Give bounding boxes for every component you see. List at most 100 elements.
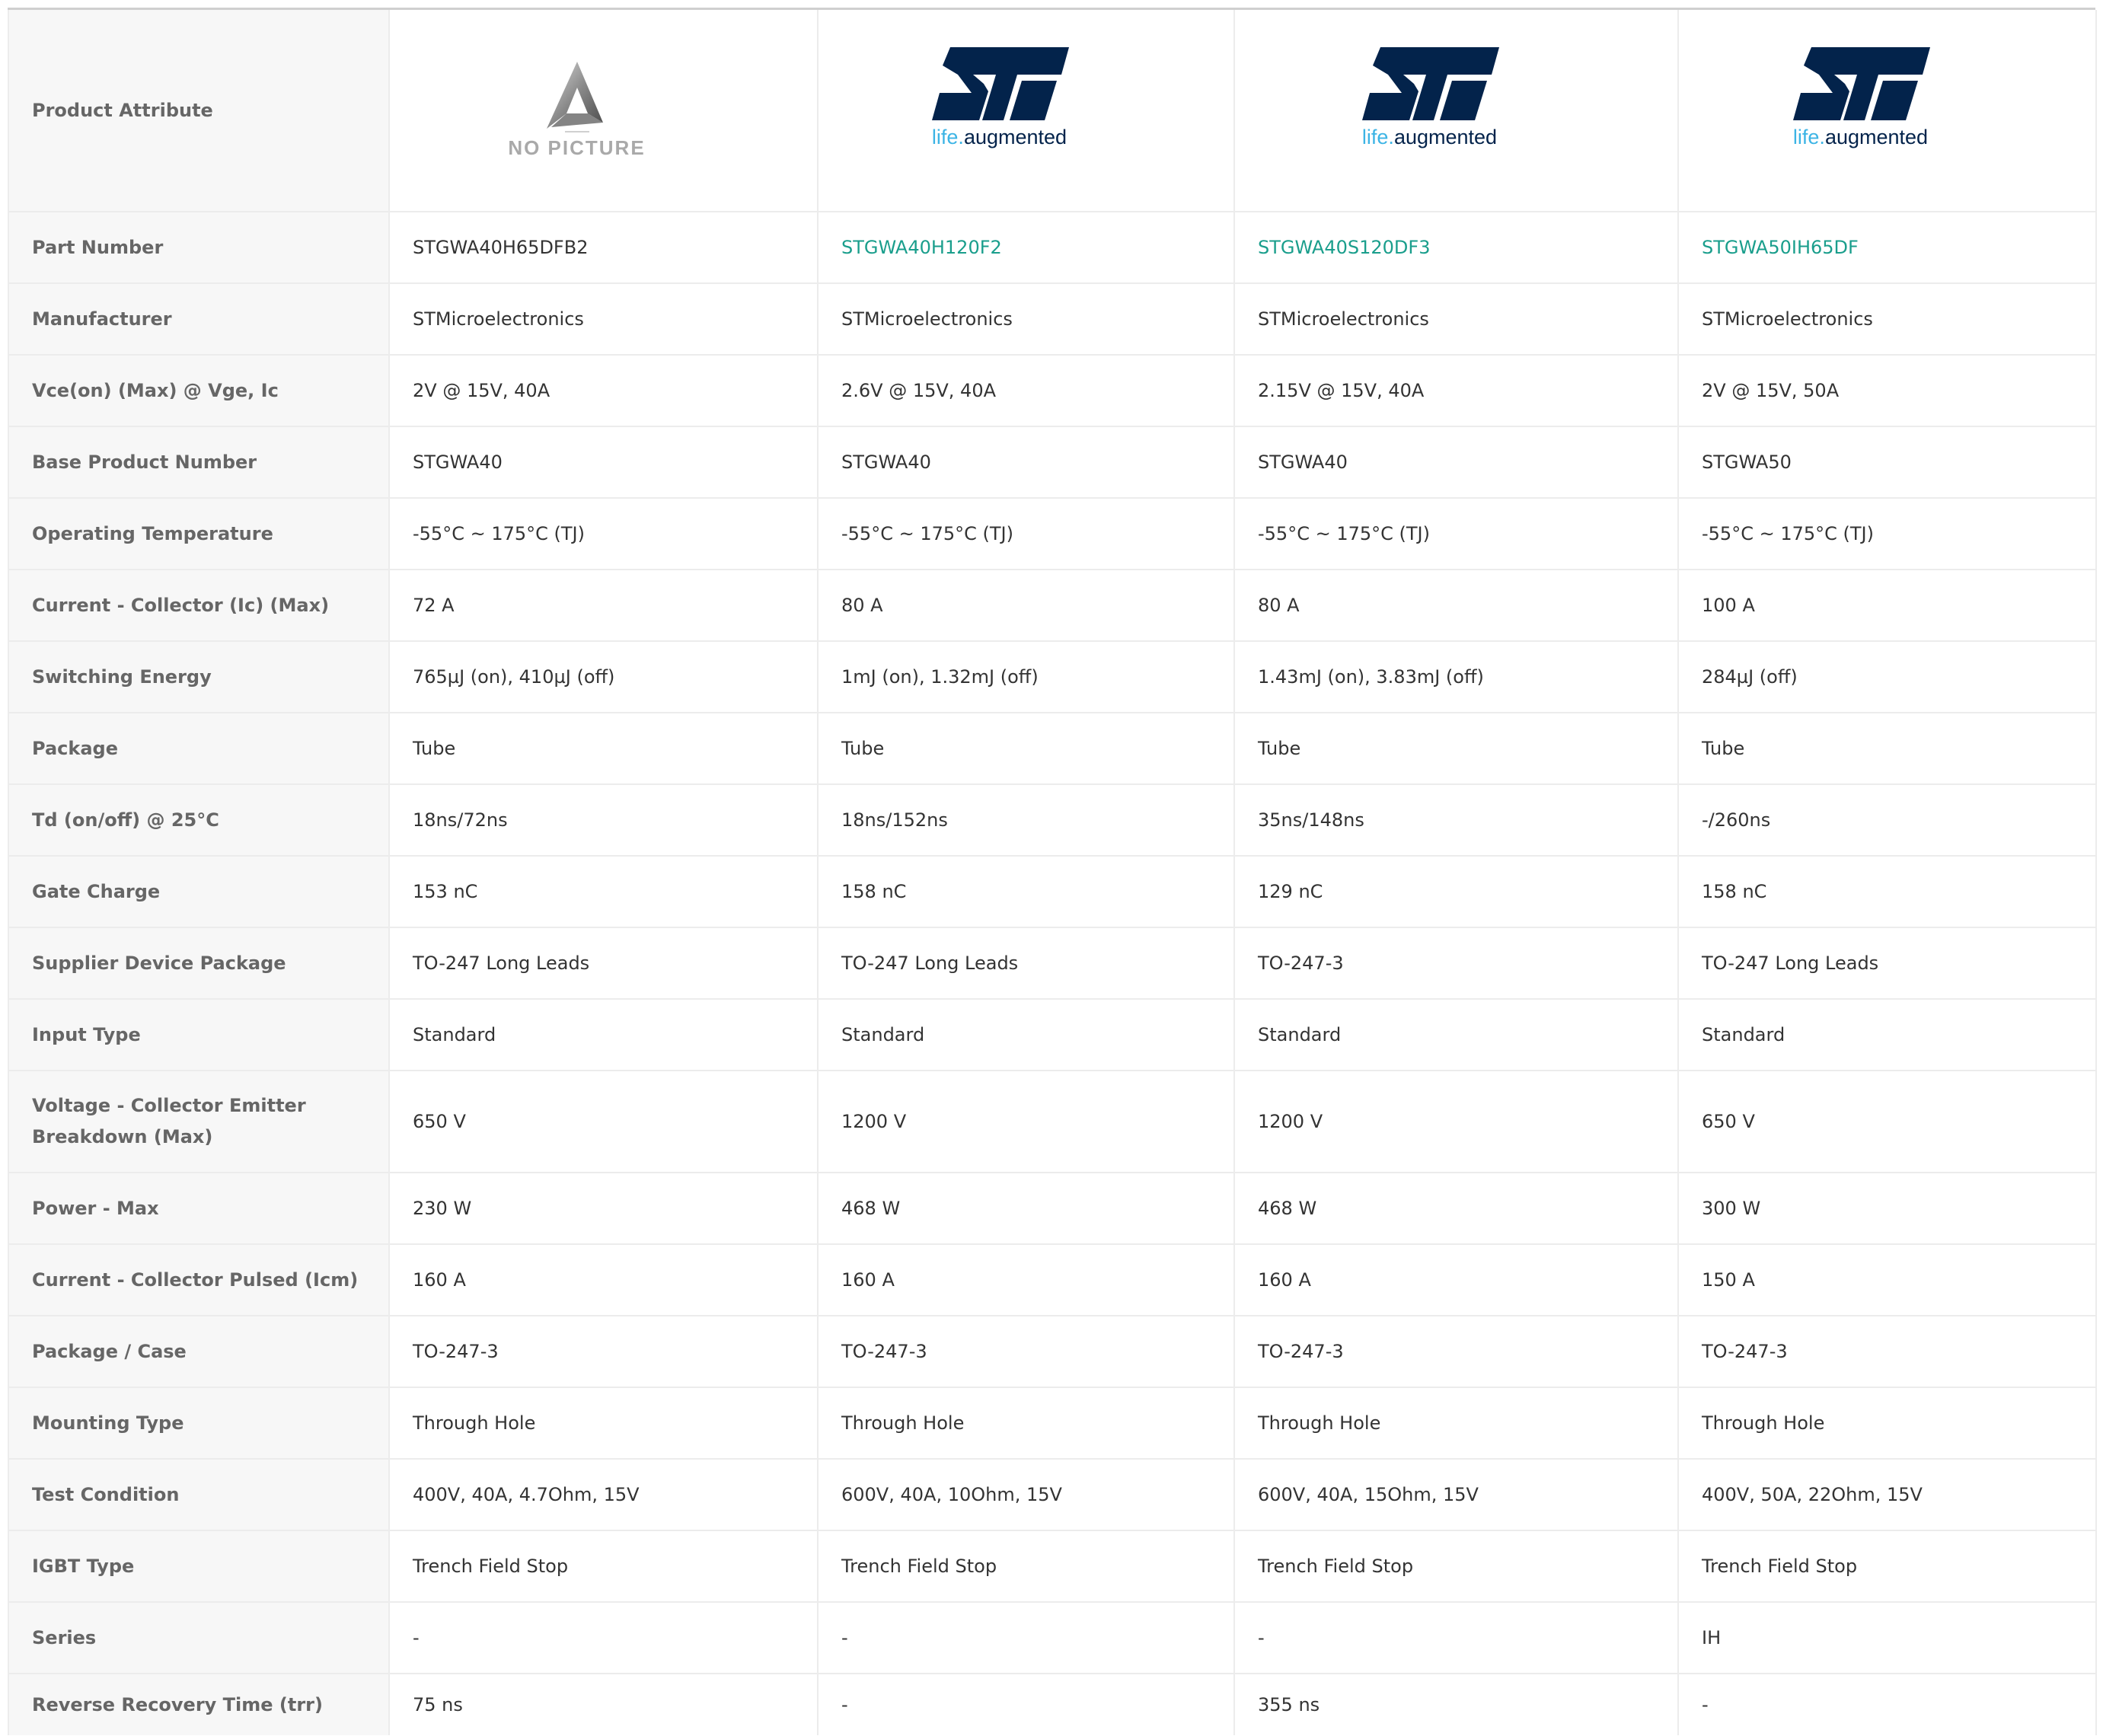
table-row: Test Condition 400V, 40A, 4.7Ohm, 15V 600V… — [8, 1459, 2097, 1531]
attribute-value: 600V, 40A, 15Ohm, 15V — [1234, 1459, 1679, 1531]
attribute-value: Through Hole — [1678, 1387, 2097, 1460]
table-row: Series - - - IH — [8, 1602, 2097, 1674]
attribute-value: 72 A — [389, 570, 819, 642]
attribute-value: 2.15V @ 15V, 40A — [1234, 355, 1679, 427]
st-tagline: life.augmented — [1346, 125, 1514, 149]
part-number-cell: STGWA40H65DFB2 — [389, 212, 819, 284]
attribute-value: 650 V — [389, 1071, 819, 1173]
attribute-label: Mounting Type — [8, 1387, 390, 1460]
product-image-cell[interactable]: life.augmented — [1678, 10, 2097, 212]
attribute-value: Tube — [1234, 713, 1679, 785]
attribute-value: 468 W — [1234, 1173, 1679, 1245]
product-image-cell[interactable]: life.augmented — [818, 10, 1235, 212]
attribute-value: Standard — [1678, 999, 2097, 1071]
st-tagline-augmented: augmented — [1824, 126, 1929, 148]
attribute-value: 1200 V — [818, 1071, 1235, 1173]
attribute-label: Input Type — [8, 999, 390, 1071]
attribute-value: TO-247-3 — [1678, 1316, 2097, 1388]
attribute-label: Series — [8, 1602, 390, 1674]
attribute-value: 158 nC — [818, 856, 1235, 928]
st-logo-icon — [1361, 47, 1499, 120]
no-picture-logo-icon — [546, 61, 603, 132]
attribute-value: TO-247 Long Leads — [389, 927, 819, 1000]
attribute-value: TO-247 Long Leads — [1678, 927, 2097, 1000]
attribute-label: Vce(on) (Max) @ Vge, Ic — [8, 355, 390, 427]
attribute-value: 468 W — [818, 1173, 1235, 1245]
attribute-value: 129 nC — [1234, 856, 1679, 928]
attribute-label: Current - Collector Pulsed (Icm) — [8, 1244, 390, 1316]
attribute-value: -55°C ~ 175°C (TJ) — [818, 498, 1235, 570]
attribute-label: Base Product Number — [8, 426, 390, 499]
st-logo: life.augmented — [1346, 44, 1514, 149]
attribute-value: 1.43mJ (on), 3.83mJ (off) — [1234, 641, 1679, 713]
table-row: Mounting Type Through Hole Through Hole Thr… — [8, 1387, 2097, 1460]
attribute-value: 400V, 40A, 4.7Ohm, 15V — [389, 1459, 819, 1531]
st-logo: life.augmented — [916, 44, 1083, 149]
attribute-value: STMicroelectronics — [389, 283, 819, 356]
table-row: Base Product Number STGWA40 STGWA40 STGWA40… — [8, 426, 2097, 499]
table-row: Current - Collector (Ic) (Max) 72 A 80 A 80… — [8, 570, 2097, 642]
attribute-value: 18ns/72ns — [389, 784, 819, 857]
attribute-value: 600V, 40A, 10Ohm, 15V — [818, 1459, 1235, 1531]
attribute-value: 160 A — [1234, 1244, 1679, 1316]
attribute-value: 650 V — [1678, 1071, 2097, 1173]
table-row: Input Type Standard Standard Standard Standa… — [8, 999, 2097, 1071]
attribute-label: IGBT Type — [8, 1530, 390, 1603]
attribute-value: 18ns/152ns — [818, 784, 1235, 857]
attribute-value: 765µJ (on), 410µJ (off) — [389, 641, 819, 713]
table-row: Reverse Recovery Time (trr) 75 ns -355 ns - — [8, 1674, 2097, 1735]
table-row: IGBT Type Trench Field Stop Trench Field S… — [8, 1530, 2097, 1603]
st-tagline-life: life. — [1361, 126, 1394, 148]
part-number-link[interactable]: STGWA40H120F2 — [841, 237, 1002, 258]
product-image-cell[interactable]: life.augmented — [1234, 10, 1679, 212]
attribute-value: 35ns/148ns — [1234, 784, 1679, 857]
attribute-value: - — [818, 1674, 1235, 1735]
table-row: Operating Temperature -55°C ~ 175°C (TJ) -… — [8, 498, 2097, 570]
attribute-value: Trench Field Stop — [389, 1530, 819, 1603]
attribute-value: 2.6V @ 15V, 40A — [818, 355, 1235, 427]
attribute-value: Trench Field Stop — [1678, 1530, 2097, 1603]
attribute-value: 1200 V — [1234, 1071, 1679, 1173]
part-number-link[interactable]: STGWA40S120DF3 — [1258, 237, 1430, 258]
attribute-value: TO-247-3 — [389, 1316, 819, 1388]
attribute-value: 80 A — [818, 570, 1235, 642]
no-picture-text: NO PICTURE — [508, 136, 646, 159]
attribute-value: 400V, 50A, 22Ohm, 15V — [1678, 1459, 2097, 1531]
attribute-value: 160 A — [818, 1244, 1235, 1316]
attribute-value: - — [1234, 1602, 1679, 1674]
attribute-value: 300 W — [1678, 1173, 2097, 1245]
table-row: Gate Charge 153 nC 158 nC 129 nC 158 nC — [8, 856, 2097, 928]
attribute-value: Through Hole — [389, 1387, 819, 1460]
attribute-label: Part Number — [8, 212, 390, 284]
attribute-value: IH — [1678, 1602, 2097, 1674]
attribute-value: 100 A — [1678, 570, 2097, 642]
attribute-value: Tube — [1678, 713, 2097, 785]
attribute-value: -55°C ~ 175°C (TJ) — [1678, 498, 2097, 570]
attribute-value: 150 A — [1678, 1244, 2097, 1316]
attribute-value: 158 nC — [1678, 856, 2097, 928]
attribute-value: Standard — [389, 999, 819, 1071]
part-number-cell: STGWA40H120F2 — [818, 212, 1235, 284]
attribute-label: Package — [8, 713, 390, 785]
part-number: STGWA40H65DFB2 — [413, 236, 589, 258]
attribute-value: Standard — [818, 999, 1235, 1071]
st-tagline: life.augmented — [916, 125, 1083, 149]
part-number-cell: STGWA40S120DF3 — [1234, 212, 1679, 284]
st-tagline: life.augmented — [1777, 125, 1945, 149]
attribute-value: 2V @ 15V, 50A — [1678, 355, 2097, 427]
st-tagline-life: life. — [1792, 126, 1825, 148]
attribute-value: STGWA50 — [1678, 426, 2097, 499]
attribute-value: 355 ns — [1234, 1674, 1679, 1735]
attribute-label: Current - Collector (Ic) (Max) — [8, 570, 390, 642]
attribute-label: Voltage - Collector Emitter Breakdown (M… — [8, 1071, 390, 1173]
table-row: Package / Case TO-247-3 TO-247-3 TO-247-3 TO… — [8, 1316, 2097, 1388]
table-row: Switching Energy 765µJ (on), 410µJ (off) 1… — [8, 641, 2097, 713]
attribute-value: Trench Field Stop — [818, 1530, 1235, 1603]
attribute-value: Standard — [1234, 999, 1679, 1071]
product-image-cell[interactable]: NO PICTURE — [389, 10, 819, 212]
attribute-value: Tube — [818, 713, 1235, 785]
part-number-link[interactable]: STGWA50IH65DF — [1702, 237, 1859, 258]
table-row: Vce(on) (Max) @ Vge, Ic 2V @ 15V, 40A 2.6V… — [8, 355, 2097, 427]
st-logo: life.augmented — [1777, 44, 1945, 149]
attribute-value: Through Hole — [1234, 1387, 1679, 1460]
